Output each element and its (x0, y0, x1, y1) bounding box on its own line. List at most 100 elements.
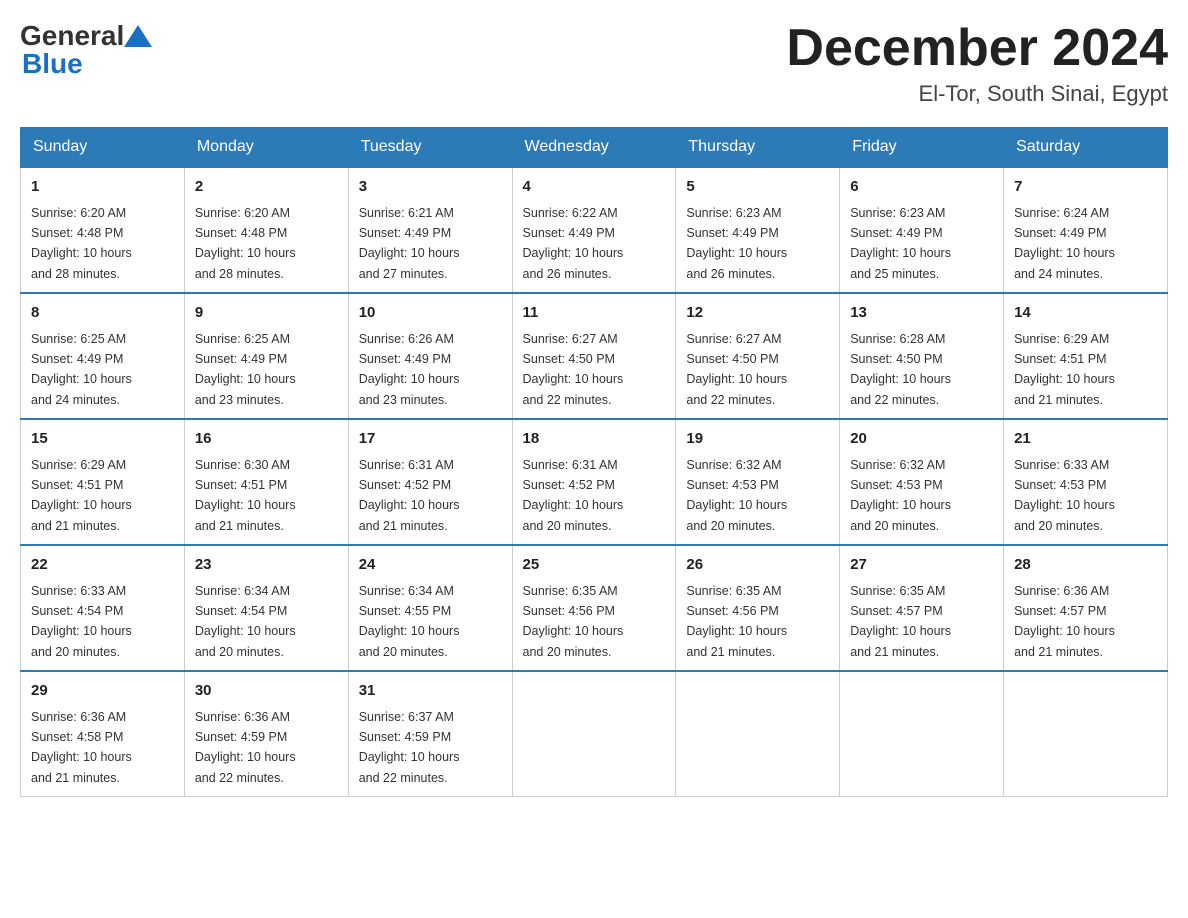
day-number: 17 (359, 428, 502, 451)
calendar-cell: 28 Sunrise: 6:36 AMSunset: 4:57 PMDaylig… (1004, 545, 1168, 671)
calendar-week-row: 8 Sunrise: 6:25 AMSunset: 4:49 PMDayligh… (21, 293, 1168, 419)
calendar-cell: 25 Sunrise: 6:35 AMSunset: 4:56 PMDaylig… (512, 545, 676, 671)
day-number: 19 (686, 428, 829, 451)
day-number: 13 (850, 302, 993, 325)
day-info: Sunrise: 6:35 AMSunset: 4:57 PMDaylight:… (850, 584, 951, 659)
day-info: Sunrise: 6:30 AMSunset: 4:51 PMDaylight:… (195, 458, 296, 533)
day-number: 3 (359, 176, 502, 199)
day-number: 31 (359, 680, 502, 703)
day-number: 11 (523, 302, 666, 325)
day-number: 23 (195, 554, 338, 577)
calendar-cell: 1 Sunrise: 6:20 AMSunset: 4:48 PMDayligh… (21, 167, 185, 293)
logo-icon (124, 25, 152, 47)
day-info: Sunrise: 6:20 AMSunset: 4:48 PMDaylight:… (31, 206, 132, 281)
page-header: General Blue December 2024 El-Tor, South… (20, 20, 1168, 107)
weekday-header-saturday: Saturday (1004, 128, 1168, 168)
calendar-table: SundayMondayTuesdayWednesdayThursdayFrid… (20, 127, 1168, 797)
day-number: 7 (1014, 176, 1157, 199)
title-section: December 2024 El-Tor, South Sinai, Egypt (786, 20, 1168, 107)
day-number: 22 (31, 554, 174, 577)
weekday-header-sunday: Sunday (21, 128, 185, 168)
day-number: 25 (523, 554, 666, 577)
calendar-cell: 21 Sunrise: 6:33 AMSunset: 4:53 PMDaylig… (1004, 419, 1168, 545)
day-number: 21 (1014, 428, 1157, 451)
calendar-cell: 19 Sunrise: 6:32 AMSunset: 4:53 PMDaylig… (676, 419, 840, 545)
calendar-cell: 8 Sunrise: 6:25 AMSunset: 4:49 PMDayligh… (21, 293, 185, 419)
calendar-cell: 24 Sunrise: 6:34 AMSunset: 4:55 PMDaylig… (348, 545, 512, 671)
day-number: 10 (359, 302, 502, 325)
day-info: Sunrise: 6:36 AMSunset: 4:57 PMDaylight:… (1014, 584, 1115, 659)
day-number: 5 (686, 176, 829, 199)
calendar-cell: 27 Sunrise: 6:35 AMSunset: 4:57 PMDaylig… (840, 545, 1004, 671)
weekday-header-tuesday: Tuesday (348, 128, 512, 168)
calendar-week-row: 29 Sunrise: 6:36 AMSunset: 4:58 PMDaylig… (21, 671, 1168, 797)
day-number: 1 (31, 176, 174, 199)
logo: General Blue (20, 20, 152, 80)
calendar-cell: 30 Sunrise: 6:36 AMSunset: 4:59 PMDaylig… (184, 671, 348, 797)
day-number: 26 (686, 554, 829, 577)
day-number: 16 (195, 428, 338, 451)
logo-blue-text: Blue (22, 48, 83, 80)
day-number: 4 (523, 176, 666, 199)
day-info: Sunrise: 6:24 AMSunset: 4:49 PMDaylight:… (1014, 206, 1115, 281)
day-info: Sunrise: 6:28 AMSunset: 4:50 PMDaylight:… (850, 332, 951, 407)
calendar-cell: 17 Sunrise: 6:31 AMSunset: 4:52 PMDaylig… (348, 419, 512, 545)
day-info: Sunrise: 6:27 AMSunset: 4:50 PMDaylight:… (523, 332, 624, 407)
month-title: December 2024 (786, 20, 1168, 77)
day-info: Sunrise: 6:29 AMSunset: 4:51 PMDaylight:… (1014, 332, 1115, 407)
day-number: 15 (31, 428, 174, 451)
day-info: Sunrise: 6:34 AMSunset: 4:54 PMDaylight:… (195, 584, 296, 659)
day-info: Sunrise: 6:32 AMSunset: 4:53 PMDaylight:… (686, 458, 787, 533)
day-number: 9 (195, 302, 338, 325)
calendar-cell: 2 Sunrise: 6:20 AMSunset: 4:48 PMDayligh… (184, 167, 348, 293)
calendar-cell: 18 Sunrise: 6:31 AMSunset: 4:52 PMDaylig… (512, 419, 676, 545)
calendar-week-row: 15 Sunrise: 6:29 AMSunset: 4:51 PMDaylig… (21, 419, 1168, 545)
day-info: Sunrise: 6:21 AMSunset: 4:49 PMDaylight:… (359, 206, 460, 281)
calendar-cell (512, 671, 676, 797)
day-number: 20 (850, 428, 993, 451)
calendar-cell: 12 Sunrise: 6:27 AMSunset: 4:50 PMDaylig… (676, 293, 840, 419)
day-info: Sunrise: 6:35 AMSunset: 4:56 PMDaylight:… (686, 584, 787, 659)
weekday-header-thursday: Thursday (676, 128, 840, 168)
calendar-cell: 14 Sunrise: 6:29 AMSunset: 4:51 PMDaylig… (1004, 293, 1168, 419)
calendar-cell: 7 Sunrise: 6:24 AMSunset: 4:49 PMDayligh… (1004, 167, 1168, 293)
day-info: Sunrise: 6:29 AMSunset: 4:51 PMDaylight:… (31, 458, 132, 533)
calendar-week-row: 22 Sunrise: 6:33 AMSunset: 4:54 PMDaylig… (21, 545, 1168, 671)
calendar-cell: 6 Sunrise: 6:23 AMSunset: 4:49 PMDayligh… (840, 167, 1004, 293)
calendar-cell: 31 Sunrise: 6:37 AMSunset: 4:59 PMDaylig… (348, 671, 512, 797)
day-number: 27 (850, 554, 993, 577)
weekday-header-wednesday: Wednesday (512, 128, 676, 168)
day-info: Sunrise: 6:22 AMSunset: 4:49 PMDaylight:… (523, 206, 624, 281)
calendar-cell: 4 Sunrise: 6:22 AMSunset: 4:49 PMDayligh… (512, 167, 676, 293)
day-info: Sunrise: 6:35 AMSunset: 4:56 PMDaylight:… (523, 584, 624, 659)
day-info: Sunrise: 6:31 AMSunset: 4:52 PMDaylight:… (523, 458, 624, 533)
day-info: Sunrise: 6:37 AMSunset: 4:59 PMDaylight:… (359, 710, 460, 785)
calendar-cell: 10 Sunrise: 6:26 AMSunset: 4:49 PMDaylig… (348, 293, 512, 419)
calendar-cell: 13 Sunrise: 6:28 AMSunset: 4:50 PMDaylig… (840, 293, 1004, 419)
calendar-cell: 15 Sunrise: 6:29 AMSunset: 4:51 PMDaylig… (21, 419, 185, 545)
day-info: Sunrise: 6:33 AMSunset: 4:54 PMDaylight:… (31, 584, 132, 659)
day-number: 18 (523, 428, 666, 451)
day-info: Sunrise: 6:25 AMSunset: 4:49 PMDaylight:… (195, 332, 296, 407)
weekday-header-friday: Friday (840, 128, 1004, 168)
calendar-cell: 3 Sunrise: 6:21 AMSunset: 4:49 PMDayligh… (348, 167, 512, 293)
day-info: Sunrise: 6:20 AMSunset: 4:48 PMDaylight:… (195, 206, 296, 281)
calendar-cell: 11 Sunrise: 6:27 AMSunset: 4:50 PMDaylig… (512, 293, 676, 419)
day-info: Sunrise: 6:33 AMSunset: 4:53 PMDaylight:… (1014, 458, 1115, 533)
calendar-cell (840, 671, 1004, 797)
weekday-header-row: SundayMondayTuesdayWednesdayThursdayFrid… (21, 128, 1168, 168)
day-number: 24 (359, 554, 502, 577)
calendar-cell: 23 Sunrise: 6:34 AMSunset: 4:54 PMDaylig… (184, 545, 348, 671)
calendar-cell (1004, 671, 1168, 797)
location-title: El-Tor, South Sinai, Egypt (786, 81, 1168, 107)
calendar-cell: 9 Sunrise: 6:25 AMSunset: 4:49 PMDayligh… (184, 293, 348, 419)
calendar-cell (676, 671, 840, 797)
calendar-cell: 5 Sunrise: 6:23 AMSunset: 4:49 PMDayligh… (676, 167, 840, 293)
calendar-cell: 20 Sunrise: 6:32 AMSunset: 4:53 PMDaylig… (840, 419, 1004, 545)
day-number: 28 (1014, 554, 1157, 577)
day-number: 29 (31, 680, 174, 703)
day-number: 12 (686, 302, 829, 325)
day-info: Sunrise: 6:32 AMSunset: 4:53 PMDaylight:… (850, 458, 951, 533)
day-info: Sunrise: 6:25 AMSunset: 4:49 PMDaylight:… (31, 332, 132, 407)
day-info: Sunrise: 6:36 AMSunset: 4:58 PMDaylight:… (31, 710, 132, 785)
